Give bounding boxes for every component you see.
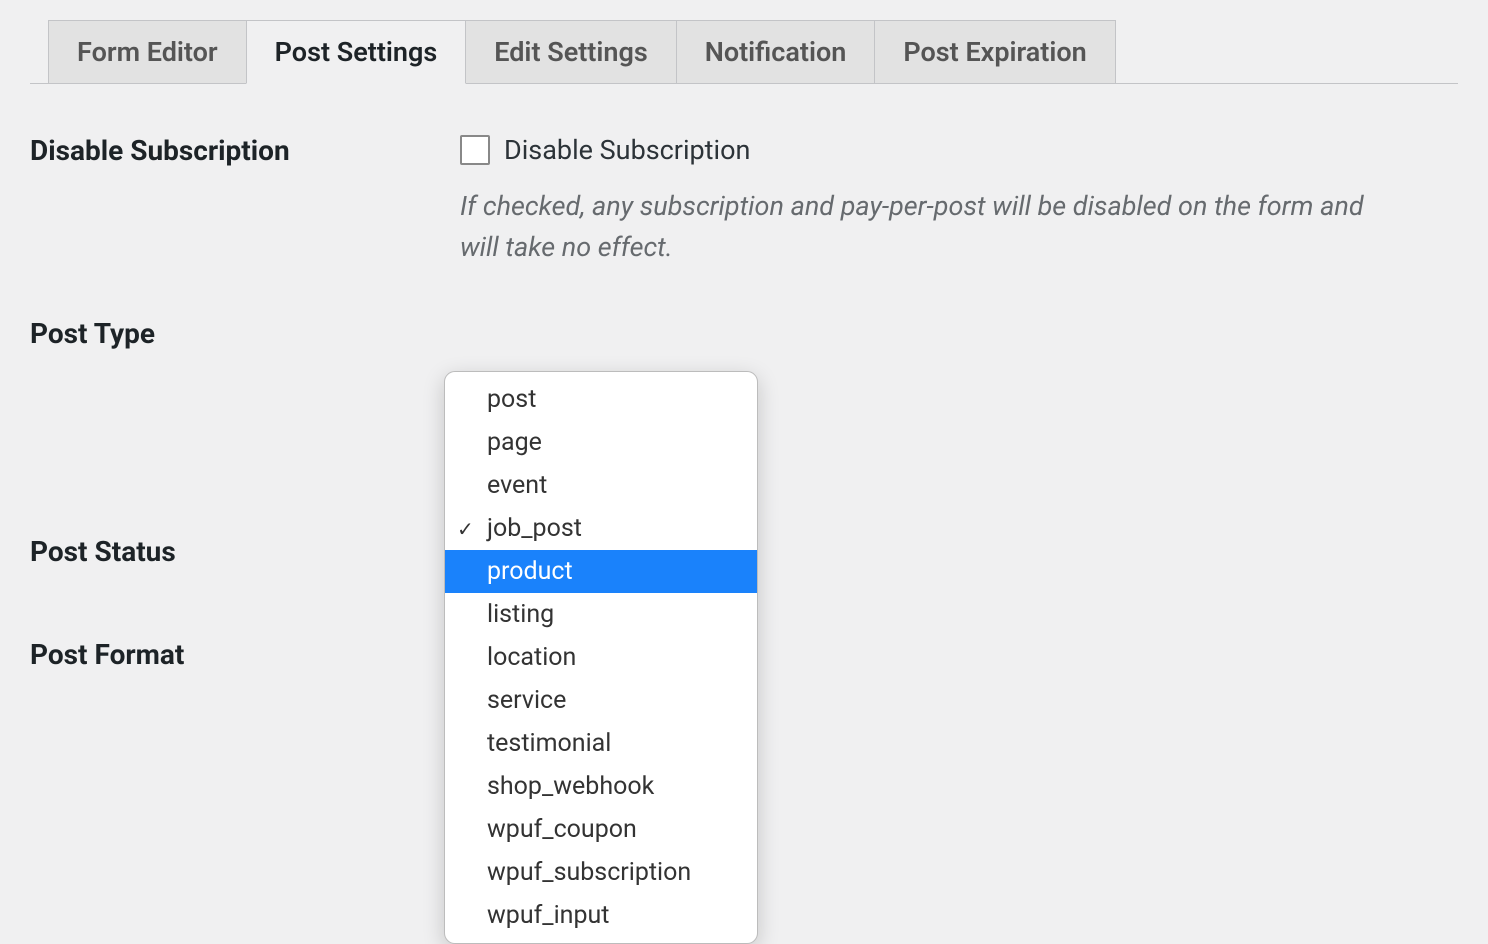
dropdown-option-wpuf_subscription[interactable]: wpuf_subscription [445, 851, 757, 894]
post-type-dropdown[interactable]: post page event ✓ job_postproduct listing loca… [444, 371, 758, 944]
dropdown-option-post[interactable]: post [445, 378, 757, 421]
tab-notification[interactable]: Notification [676, 20, 876, 83]
label-disable-subscription: Disable Subscription [30, 134, 460, 167]
tab-post-expiration[interactable]: Post Expiration [874, 20, 1115, 83]
dropdown-option-label: event [487, 471, 547, 500]
dropdown-option-label: service [487, 686, 566, 715]
dropdown-option-label: post [487, 385, 536, 414]
dropdown-option-label: product [487, 557, 573, 586]
settings-form: Disable Subscription Disable Subscriptio… [0, 84, 1488, 716]
tab-form-editor[interactable]: Form Editor [48, 20, 247, 83]
dropdown-option-shop_webhook[interactable]: shop_webhook [445, 765, 757, 808]
label-post-status: Post Status [30, 535, 460, 568]
dropdown-option-listing[interactable]: listing [445, 593, 757, 636]
dropdown-option-label: wpuf_coupon [487, 815, 637, 844]
check-icon: ✓ [457, 515, 474, 543]
row-post-type: Post Type [30, 317, 1458, 350]
control-disable-subscription: Disable Subscription If checked, any sub… [460, 134, 1458, 267]
dropdown-option-label: job_post [487, 514, 582, 543]
dropdown-option-label: wpuf_subscription [487, 858, 691, 887]
dropdown-option-label: shop_webhook [487, 772, 654, 801]
label-post-format: Post Format [30, 638, 460, 671]
dropdown-option-page[interactable]: page [445, 421, 757, 464]
dropdown-option-wpuf_coupon[interactable]: wpuf_coupon [445, 808, 757, 851]
dropdown-option-label: location [487, 643, 576, 672]
dropdown-option-job_post[interactable]: ✓ job_post [445, 507, 757, 550]
dropdown-option-location[interactable]: location [445, 636, 757, 679]
dropdown-option-event[interactable]: event [445, 464, 757, 507]
dropdown-option-label: listing [487, 600, 554, 629]
dropdown-option-wpuf_input[interactable]: wpuf_input [445, 894, 757, 937]
label-post-type: Post Type [30, 317, 460, 350]
dropdown-option-testimonial[interactable]: testimonial [445, 722, 757, 765]
checkbox-label: Disable Subscription [504, 134, 750, 166]
help-text-disable-subscription: If checked, any subscription and pay-per… [460, 186, 1380, 267]
checkbox-wrap: Disable Subscription [460, 134, 1458, 166]
dropdown-option-label: testimonial [487, 729, 611, 758]
tab-bar: Form Editor Post Settings Edit Settings … [30, 20, 1458, 84]
tab-edit-settings[interactable]: Edit Settings [465, 20, 676, 83]
dropdown-option-label: wpuf_input [487, 901, 609, 930]
row-disable-subscription: Disable Subscription Disable Subscriptio… [30, 134, 1458, 267]
dropdown-option-product[interactable]: product [445, 550, 757, 593]
tab-post-settings[interactable]: Post Settings [246, 20, 467, 84]
dropdown-option-label: page [487, 428, 542, 457]
dropdown-option-service[interactable]: service [445, 679, 757, 722]
disable-subscription-checkbox[interactable] [460, 135, 490, 165]
